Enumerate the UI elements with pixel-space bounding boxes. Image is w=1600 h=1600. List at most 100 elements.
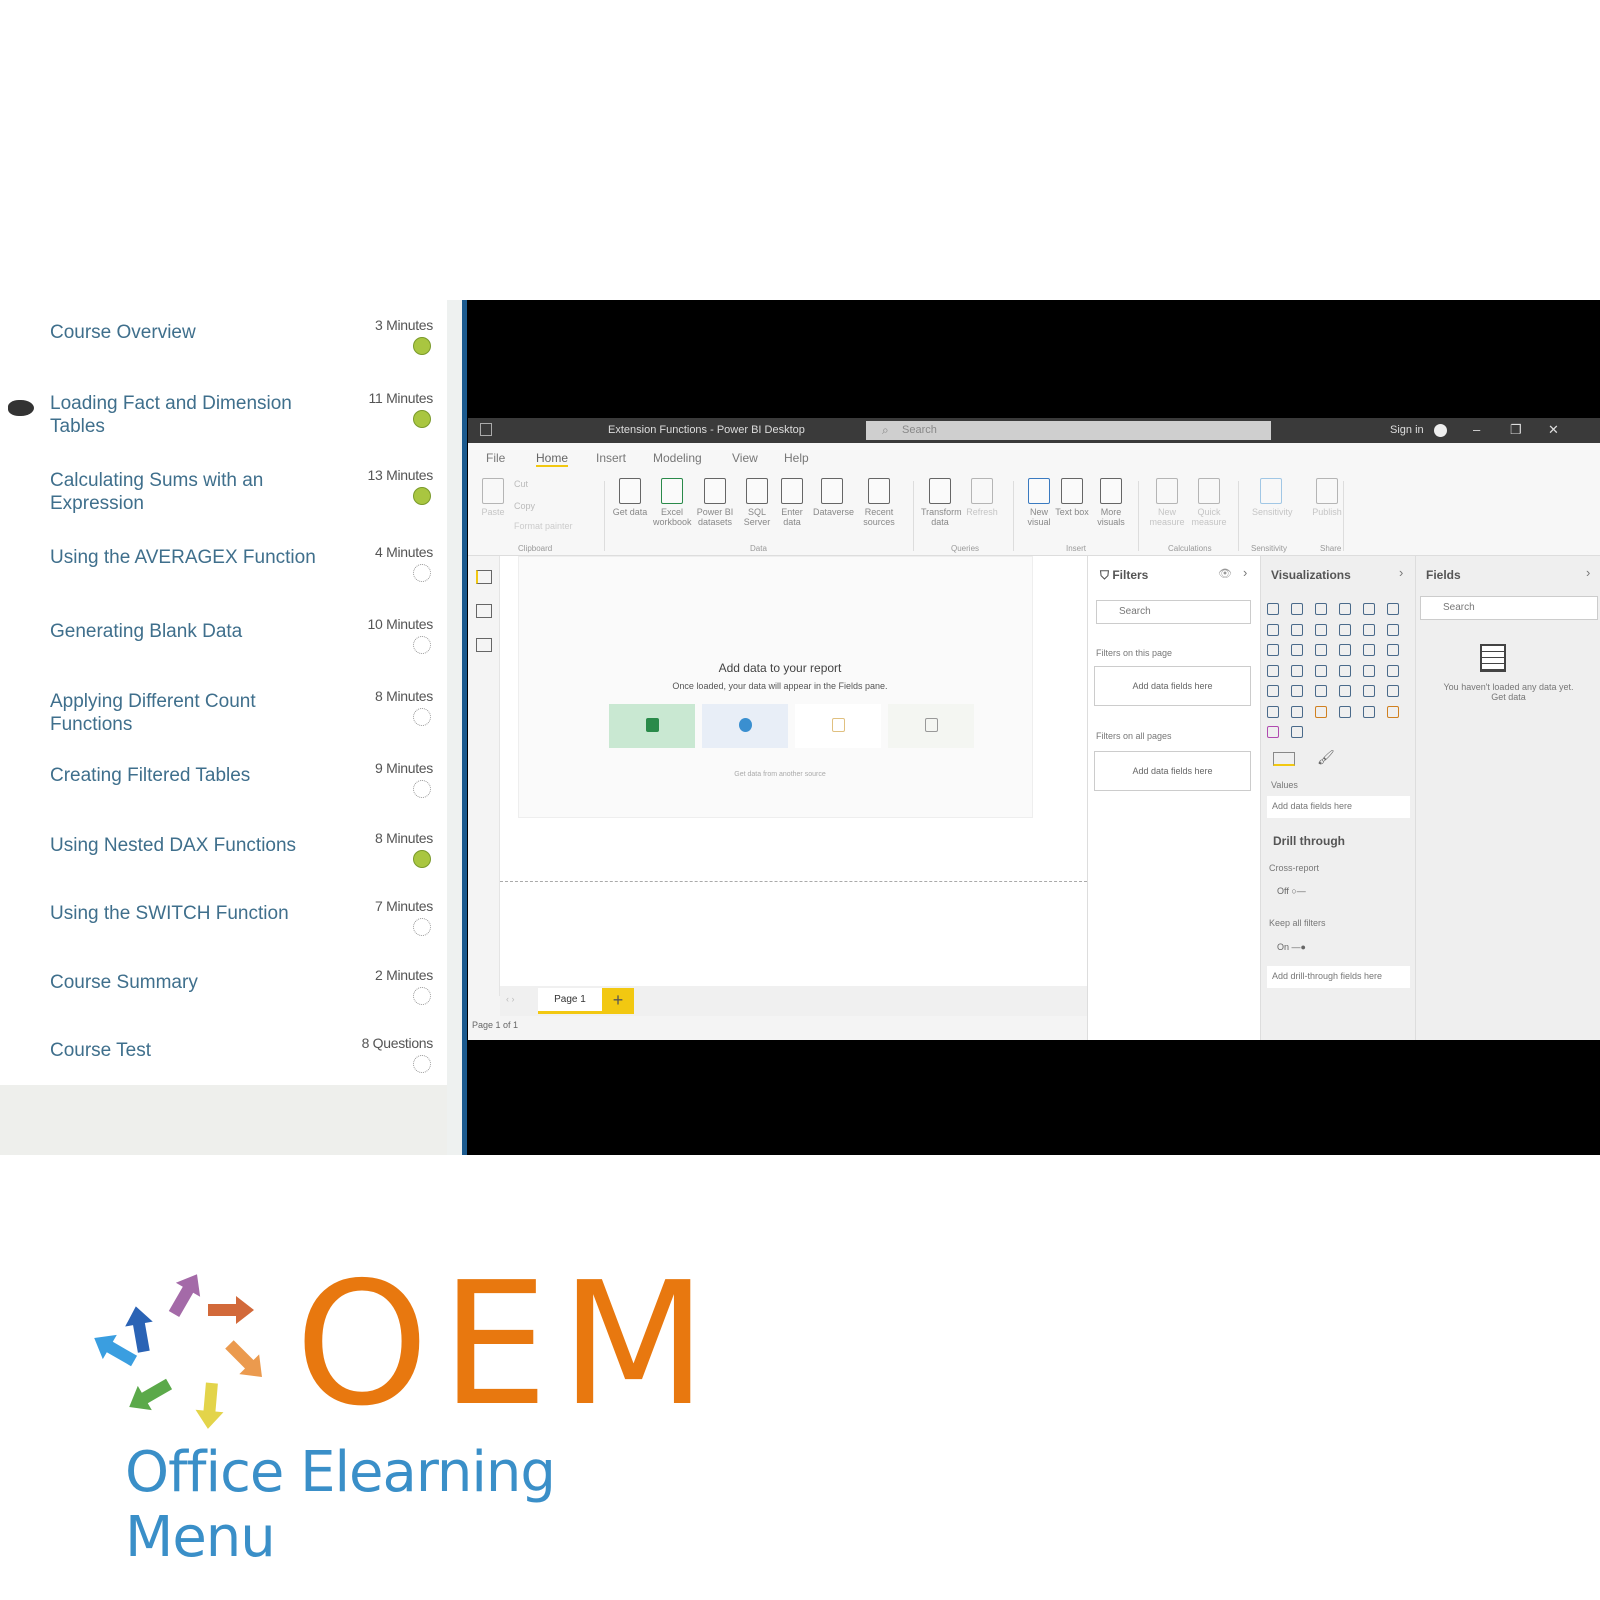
quick-measure-button[interactable]: Quick measure: [1190, 478, 1228, 527]
sensitivity-button[interactable]: Sensitivity: [1252, 478, 1293, 517]
drill-through-drop[interactable]: Add drill-through fields here: [1267, 966, 1410, 988]
get-data-link[interactable]: Get data from another source: [500, 771, 1060, 778]
visual-type-icon[interactable]: [1363, 623, 1375, 636]
recent-sources-button[interactable]: Recent sources: [860, 478, 898, 527]
course-item-title[interactable]: Calculating Sums with an Expression: [50, 469, 320, 515]
visual-type-icon[interactable]: [1339, 623, 1351, 636]
save-icon[interactable]: [480, 423, 492, 436]
collapse-filters-icon[interactable]: ›: [1243, 565, 1247, 580]
scrollbar[interactable]: [447, 300, 462, 1155]
video-player[interactable]: Extension Functions - Power BI Desktop ⌕…: [467, 300, 1600, 1155]
visual-type-icon[interactable]: [1291, 664, 1303, 677]
minimize-icon[interactable]: –: [1473, 422, 1480, 437]
fields-well-icon[interactable]: [1273, 752, 1295, 766]
visual-type-icon[interactable]: [1291, 644, 1303, 656]
cross-report-toggle[interactable]: Off ○—: [1277, 886, 1306, 896]
visual-type-icon[interactable]: [1267, 664, 1279, 677]
visual-type-icon[interactable]: [1363, 685, 1375, 697]
visual-type-icon[interactable]: [1315, 623, 1327, 636]
visual-type-icon[interactable]: [1387, 685, 1399, 697]
visual-type-icon[interactable]: [1267, 726, 1279, 738]
restore-icon[interactable]: ❐: [1510, 422, 1522, 438]
visual-type-icon[interactable]: [1339, 644, 1351, 656]
tab-help[interactable]: Help: [784, 451, 809, 465]
course-item-title[interactable]: Using the AVERAGEX Function: [50, 546, 320, 569]
visual-type-icon[interactable]: [1315, 685, 1327, 697]
course-item-title[interactable]: Generating Blank Data: [50, 620, 320, 643]
keep-filters-toggle[interactable]: On —●: [1277, 942, 1306, 952]
course-item[interactable]: Creating Filtered Tables 9 Minutes: [0, 760, 447, 826]
add-page-button[interactable]: +: [602, 988, 634, 1014]
more-visuals-button[interactable]: More visuals: [1092, 478, 1130, 527]
paste-data-card[interactable]: [795, 704, 881, 748]
enter-data-button[interactable]: Enter data: [773, 478, 811, 527]
visual-type-icon[interactable]: [1267, 705, 1279, 718]
visual-type-icon[interactable]: [1339, 603, 1351, 615]
power-bi-datasets-button[interactable]: Power BI datasets: [696, 478, 734, 527]
collapse-viz-icon[interactable]: ›: [1399, 565, 1403, 580]
visual-type-icon[interactable]: [1363, 705, 1375, 718]
avatar[interactable]: [1434, 424, 1447, 437]
course-item[interactable]: Course Summary 2 Minutes: [0, 967, 447, 1033]
sample-data-card[interactable]: [888, 704, 974, 748]
course-item-title[interactable]: Loading Fact and Dimension Tables: [50, 392, 320, 438]
text-box-button[interactable]: Text box: [1053, 478, 1091, 517]
collapse-fields-icon[interactable]: ›: [1586, 565, 1590, 580]
visual-type-icon[interactable]: [1339, 664, 1351, 677]
report-canvas[interactable]: Add data to your report Once loaded, you…: [500, 556, 1087, 986]
format-paintbrush-icon[interactable]: 🖌: [1317, 749, 1335, 766]
course-item[interactable]: Calculating Sums with an Expression 13 M…: [0, 467, 447, 533]
values-drop[interactable]: Add data fields here: [1267, 796, 1410, 818]
eye-icon[interactable]: 👁: [1218, 567, 1232, 580]
paste-button[interactable]: Paste: [474, 478, 512, 517]
course-item-title[interactable]: Course Overview: [50, 321, 320, 344]
filters-this-page-drop[interactable]: Add data fields here: [1094, 666, 1251, 706]
report-view-icon[interactable]: [476, 570, 492, 584]
visual-type-icon[interactable]: [1339, 705, 1351, 718]
close-icon[interactable]: ✕: [1548, 422, 1559, 438]
visual-type-icon[interactable]: [1315, 705, 1327, 718]
visual-type-icon[interactable]: [1315, 664, 1327, 677]
course-item[interactable]: Using the SWITCH Function 7 Minutes: [0, 898, 447, 964]
visual-type-icon[interactable]: [1291, 603, 1303, 615]
course-item[interactable]: Course Overview 3 Minutes: [0, 317, 447, 383]
course-item[interactable]: Loading Fact and Dimension Tables 11 Min…: [0, 390, 447, 456]
visual-type-icon[interactable]: [1363, 603, 1375, 615]
course-item[interactable]: Generating Blank Data 10 Minutes: [0, 616, 447, 682]
visual-type-icon[interactable]: [1387, 644, 1399, 656]
refresh-button[interactable]: Refresh: [963, 478, 1001, 517]
format-painter-button[interactable]: Format painter: [514, 521, 573, 531]
visual-type-icon[interactable]: [1315, 603, 1327, 615]
visual-type-icon[interactable]: [1363, 644, 1375, 656]
visual-type-icon[interactable]: [1387, 623, 1399, 636]
cut-button[interactable]: Cut: [514, 479, 528, 489]
tab-modeling[interactable]: Modeling: [653, 451, 702, 465]
visual-type-icon[interactable]: [1291, 623, 1303, 636]
sign-in-link[interactable]: Sign in: [1390, 424, 1424, 436]
course-item-title[interactable]: Using the SWITCH Function: [50, 902, 320, 925]
transform-data-button[interactable]: Transform data: [921, 478, 962, 527]
excel-card[interactable]: [609, 704, 695, 748]
visual-type-icon[interactable]: [1363, 664, 1375, 677]
visual-type-icon[interactable]: [1267, 685, 1279, 697]
course-item[interactable]: Applying Different Count Functions 8 Min…: [0, 688, 447, 754]
tab-home[interactable]: Home: [536, 451, 569, 467]
course-item-title[interactable]: Applying Different Count Functions: [50, 690, 320, 736]
search-input[interactable]: ⌕ Search: [866, 421, 1271, 440]
course-item[interactable]: Using Nested DAX Functions 8 Minutes: [0, 830, 447, 896]
data-view-icon[interactable]: [476, 604, 492, 618]
visual-type-icon[interactable]: [1291, 685, 1303, 697]
visual-type-icon[interactable]: [1387, 603, 1399, 615]
visual-type-icon[interactable]: [1291, 726, 1303, 738]
page-nav-arrows[interactable]: ‹ ›: [506, 994, 515, 1004]
tab-insert[interactable]: Insert: [596, 451, 626, 465]
publish-button[interactable]: Publish: [1308, 478, 1346, 517]
sql-server-button[interactable]: SQL Server: [738, 478, 776, 527]
dataverse-button[interactable]: Dataverse: [813, 478, 854, 517]
visual-type-icon[interactable]: [1267, 644, 1279, 656]
course-item-title[interactable]: Creating Filtered Tables: [50, 764, 320, 787]
visual-type-icon[interactable]: [1387, 705, 1399, 718]
new-measure-button[interactable]: New measure: [1148, 478, 1186, 527]
page-tab[interactable]: Page 1: [538, 988, 602, 1014]
visual-type-icon[interactable]: [1315, 644, 1327, 656]
